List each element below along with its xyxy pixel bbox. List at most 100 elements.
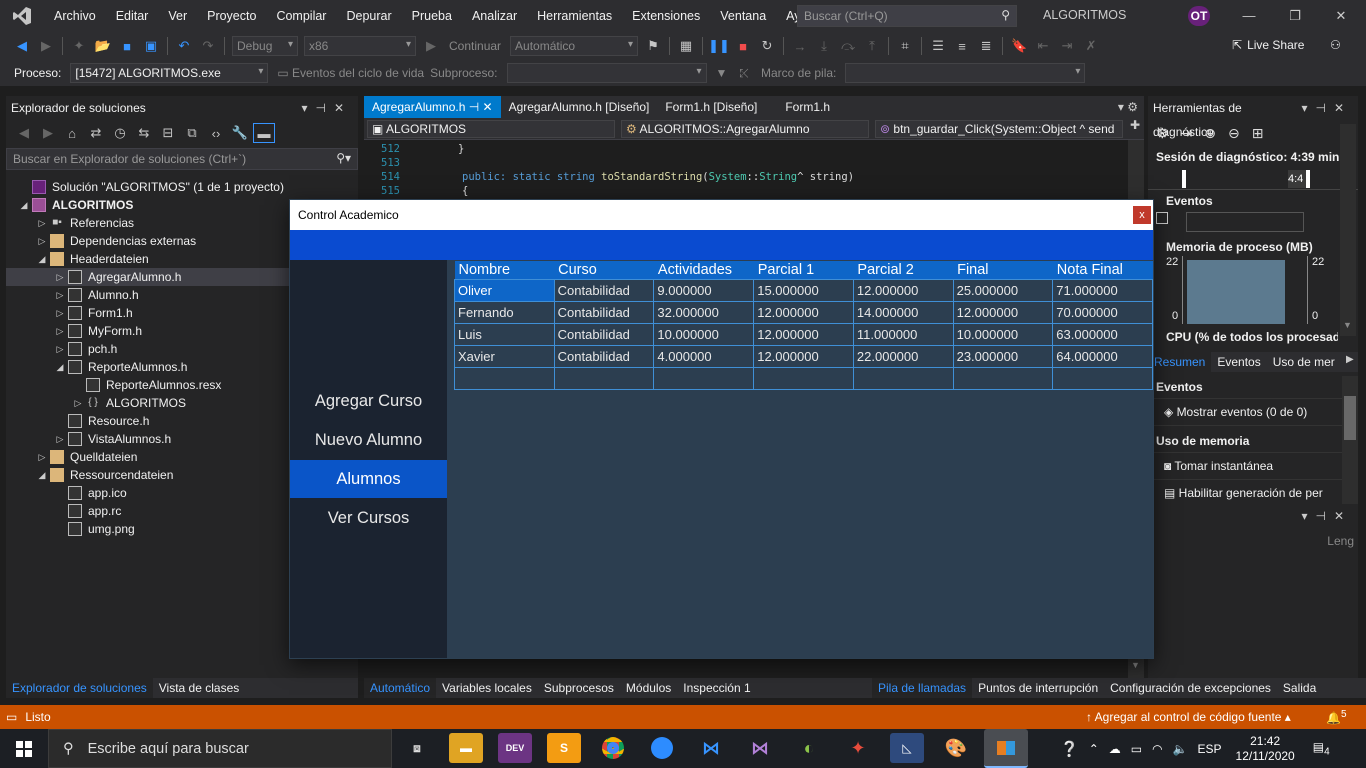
expand-icon[interactable]: ▷	[34, 214, 50, 232]
class-nav-select[interactable]: ⚙ ALGORITMOS::AgregarAlumno	[621, 120, 869, 138]
grid-cell[interactable]	[753, 366, 854, 390]
scroll-down-icon[interactable]: ▼	[1131, 660, 1140, 670]
expand-icon[interactable]: ◢	[52, 358, 68, 376]
file-explorer-icon[interactable]: ▬	[449, 733, 483, 763]
bookmark-prev-icon[interactable]: ⇤	[1032, 36, 1054, 56]
stackframe-select[interactable]	[845, 63, 1086, 83]
menu-prueba[interactable]: Prueba	[402, 0, 462, 32]
column-header[interactable]: Curso	[554, 261, 654, 279]
menu-button-2[interactable]: Alumnos	[290, 460, 447, 498]
menu-ver[interactable]: Ver	[158, 0, 197, 32]
comment-icon[interactable]: ≡	[951, 36, 973, 56]
grid-cell[interactable]: 25.000000	[952, 278, 1054, 302]
process-select[interactable]: [15472] ALGORITMOS.exe	[70, 63, 269, 83]
sublime-icon[interactable]: S	[547, 733, 581, 763]
grid-cell[interactable]: 10.000000	[952, 322, 1054, 346]
grid-cell[interactable]: Fernando	[454, 300, 555, 324]
visual-studio-logo-icon[interactable]	[0, 0, 44, 32]
column-header[interactable]: Parcial 2	[853, 261, 954, 279]
expand-icon[interactable]: ▷	[70, 394, 86, 412]
tree-node[interactable]: Solución "ALGORITMOS" (1 de 1 proyecto)	[6, 178, 358, 196]
running-app-icon[interactable]	[984, 729, 1028, 768]
debug-tab[interactable]: Inspección 1	[677, 678, 756, 698]
editor-tab[interactable]: Form1.h [Diseño]	[657, 96, 777, 118]
bookmark-clear-icon[interactable]: ✗	[1080, 36, 1102, 56]
grid-cell[interactable]: 10.000000	[653, 322, 755, 346]
grid-cell[interactable]: Xavier	[454, 344, 555, 368]
app-icon[interactable]: ◐	[792, 733, 826, 763]
reset-zoom-icon[interactable]: ⊞	[1252, 125, 1264, 142]
grid-cell[interactable]: Contabilidad	[553, 322, 655, 346]
step-out-icon[interactable]: ⤒	[861, 36, 883, 56]
debug-tab[interactable]: Automático	[364, 678, 437, 698]
subprocess-select[interactable]	[506, 63, 707, 83]
tab-scroll-icon[interactable]: ▶	[1346, 354, 1354, 365]
column-header[interactable]: Nombre	[454, 261, 555, 279]
pin-icon[interactable]: ⊣ ✕	[465, 100, 493, 114]
monitor-icon[interactable]: ◺	[890, 733, 924, 763]
tab-overflow-icon[interactable]: ▾ ⚙	[1112, 96, 1144, 118]
collapse-icon[interactable]: ⊟	[157, 123, 179, 143]
solution-tab[interactable]: Vista de clases	[153, 678, 246, 698]
table-row[interactable]: Luis Contabilidad 10.000000 12.000000 11.000…	[454, 322, 1153, 346]
save-all-icon[interactable]: ▣	[140, 36, 162, 56]
platform-select[interactable]: x86	[304, 36, 416, 56]
expand-icon[interactable]: ▷	[52, 322, 68, 340]
preview-icon[interactable]: ▬	[253, 123, 275, 143]
expand-icon[interactable]: ▷	[34, 232, 50, 250]
volume-icon[interactable]: 🔈	[1173, 742, 1188, 756]
expand-icon[interactable]: ◢	[34, 466, 50, 484]
dialog-close-button[interactable]: x	[1133, 206, 1151, 224]
feedback-icon[interactable]: ⚇	[1330, 38, 1341, 52]
grid-cell[interactable]: 4.000000	[653, 344, 755, 368]
session-timeline[interactable]: 4:4	[1148, 168, 1358, 190]
wifi-icon[interactable]: ◠	[1152, 742, 1162, 756]
diag-tab[interactable]: Eventos	[1211, 352, 1266, 372]
editor-tab[interactable]: Form1.h	[777, 96, 897, 118]
grid-cell[interactable]: 64.000000	[1052, 344, 1153, 368]
debug-right-tab[interactable]: Puntos de interrupción	[972, 678, 1104, 698]
menu-proyecto[interactable]: Proyecto	[197, 0, 266, 32]
grid-cell[interactable]: 12.000000	[852, 278, 954, 302]
panel-buttons[interactable]: ▾⊣✕	[1301, 504, 1358, 528]
step-over-icon[interactable]: ⤼	[837, 36, 859, 56]
language-indicator[interactable]: ESP	[1198, 742, 1222, 756]
solution-search-input[interactable]: Buscar en Explorador de soluciones (Ctrl…	[6, 148, 358, 170]
auto-select[interactable]: Automático	[510, 36, 639, 56]
code-lines[interactable]: 512} 513 514 public: static string toStanda…	[364, 140, 1144, 198]
export-icon[interactable]: ⇥	[1181, 125, 1193, 142]
clear-filter-icon[interactable]: ⤪	[739, 66, 749, 81]
summary-scrollbar[interactable]	[1342, 376, 1358, 504]
pause-events-icon[interactable]	[1156, 212, 1168, 224]
grid-cell[interactable]: Luis	[454, 322, 555, 346]
zoom-icon[interactable]	[645, 733, 679, 763]
grid-cell[interactable]	[852, 366, 954, 390]
config-select[interactable]: Debug	[232, 36, 298, 56]
expand-icon[interactable]: ▷	[52, 286, 68, 304]
live-share-button[interactable]: ⇱ Live Share	[1232, 38, 1304, 52]
grid-cell[interactable]: 15.000000	[753, 278, 854, 302]
uncomment-icon[interactable]: ≣	[975, 36, 997, 56]
table-row[interactable]: Xavier Contabilidad 4.000000 12.000000 22.00…	[454, 344, 1153, 368]
menu-depurar[interactable]: Depurar	[336, 0, 401, 32]
grid-cell[interactable]	[952, 366, 1054, 390]
menu-compilar[interactable]: Compilar	[266, 0, 336, 32]
save-icon[interactable]: ■	[116, 36, 138, 56]
table-row[interactable]	[454, 366, 1153, 390]
panel-buttons[interactable]: ▾⊣✕	[1301, 96, 1358, 120]
vscode-icon[interactable]: ⋈	[694, 733, 728, 763]
continue-button[interactable]: Continuar	[449, 39, 501, 53]
column-header[interactable]: Nota Final	[1052, 261, 1153, 279]
split-icon[interactable]: ✚	[1130, 118, 1140, 139]
restart-icon[interactable]: ↻	[756, 36, 778, 56]
solution-tab[interactable]: Explorador de soluciones	[6, 678, 153, 698]
user-avatar[interactable]: OT	[1186, 6, 1212, 26]
settings-icon[interactable]: ⚙	[1156, 125, 1169, 142]
tray-expand-icon[interactable]: ⌃	[1089, 742, 1099, 756]
grid-cell[interactable]: 63.000000	[1052, 322, 1153, 346]
grid-cell[interactable]: 71.000000	[1052, 278, 1153, 302]
notifications-icon[interactable]: 🔔5	[1326, 709, 1347, 725]
editor-tab[interactable]: AgregarAlumno.h [Diseño]	[501, 96, 658, 118]
diag-tab[interactable]: Uso de mer	[1267, 352, 1341, 372]
table-row[interactable]: Oliver Contabilidad 9.000000 15.000000 12.00…	[454, 278, 1153, 302]
